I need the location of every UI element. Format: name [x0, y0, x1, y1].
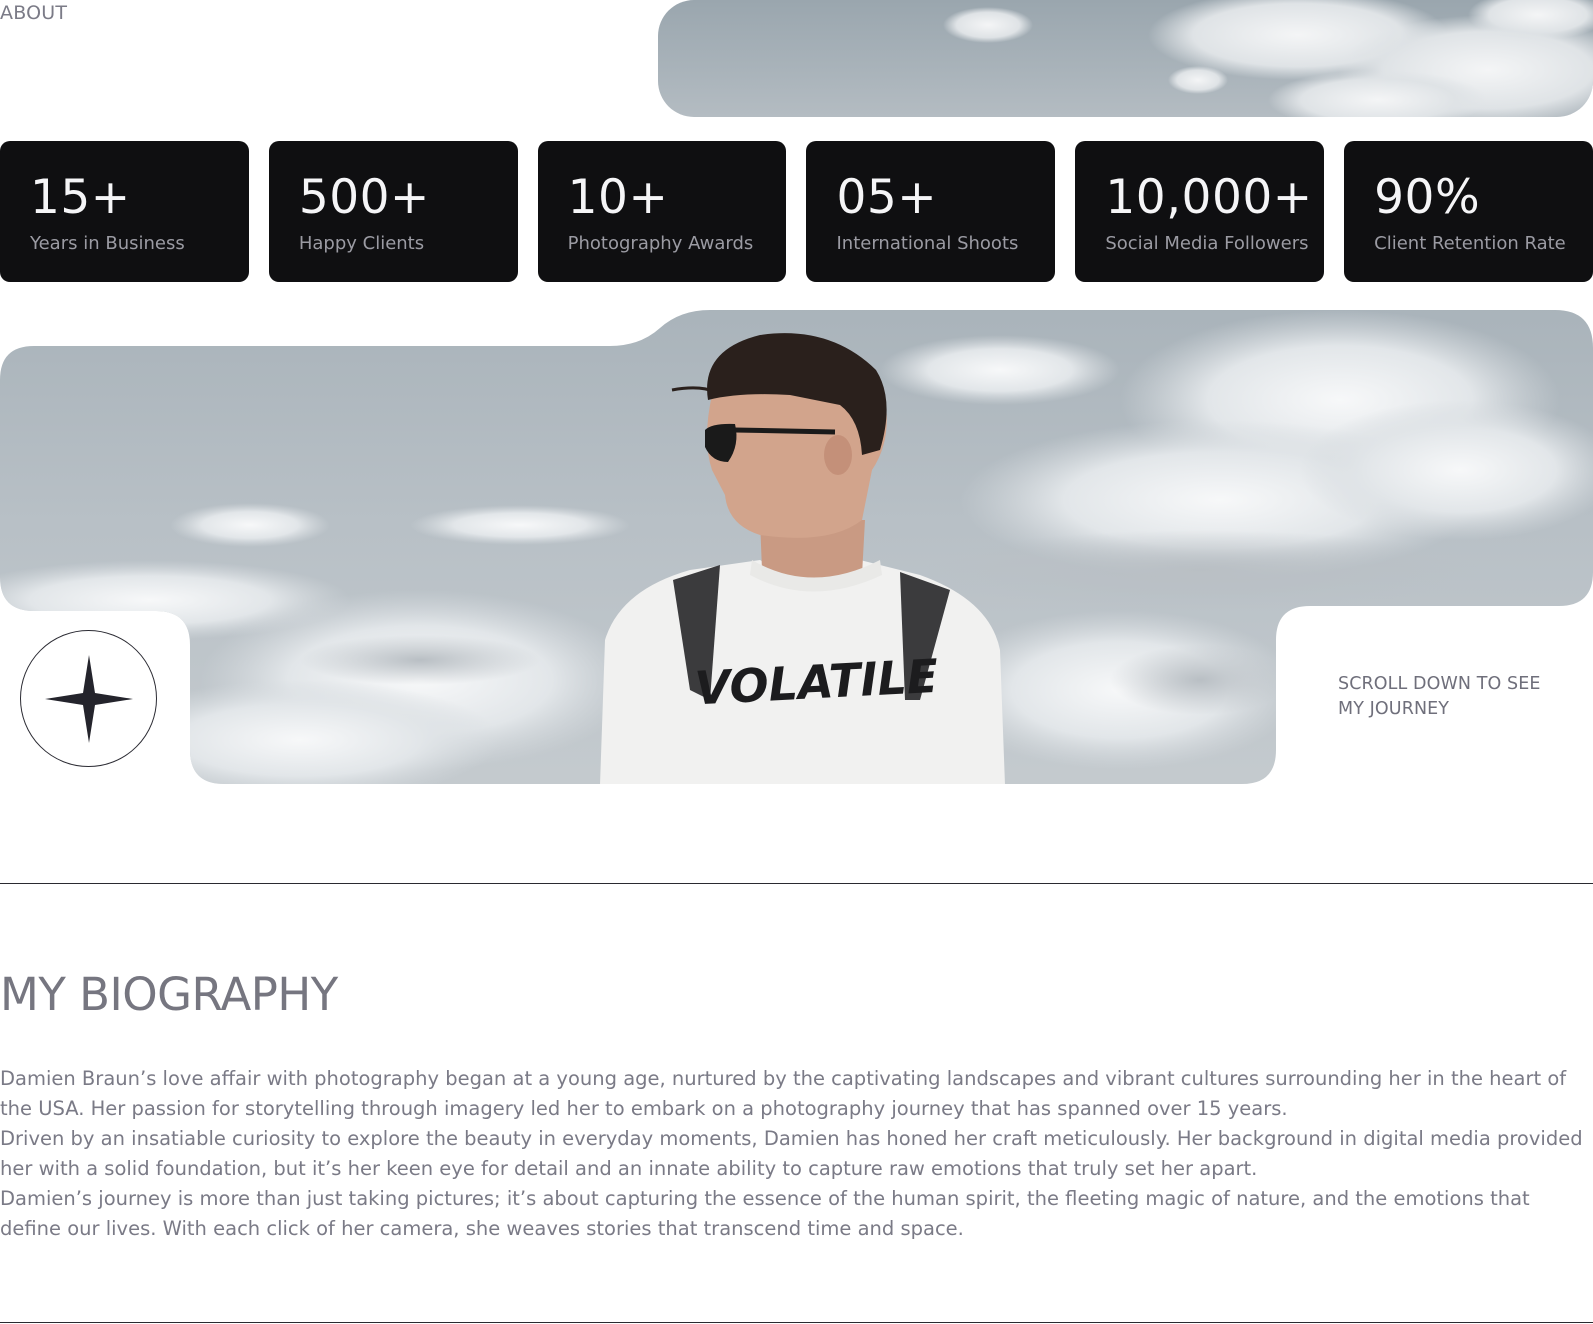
stat-card: 90% Client Retention Rate: [1344, 141, 1593, 282]
four-point-star-icon: [44, 654, 133, 743]
biography-title: MY BIOGRAPHY: [0, 968, 338, 1021]
star-badge: [20, 630, 157, 767]
about-section-label: ABOUT: [0, 2, 68, 24]
stat-card: 15+ Years in Business: [0, 141, 249, 282]
stat-card: 500+ Happy Clients: [268, 141, 518, 282]
stat-label: International Shoots: [836, 233, 1019, 254]
stat-label: Client Retention Rate: [1374, 233, 1566, 254]
biography-paragraph: Damien Braun’s love affair with photogra…: [0, 1067, 1567, 1120]
shirt-print-text: VOLATILE: [693, 649, 939, 716]
stat-value: 500+: [298, 170, 430, 225]
stats-row: 15+ Years in Business 500+ Happy Clients…: [0, 141, 1593, 282]
stat-label: Social Media Followers: [1105, 233, 1309, 254]
stat-value: 10,000+: [1105, 170, 1313, 225]
stat-label: Happy Clients: [298, 233, 425, 254]
stat-value: 15+: [30, 170, 131, 225]
scroll-hint-line2: MY JOURNEY: [1338, 699, 1450, 719]
section-divider: [0, 1322, 1593, 1323]
stat-value: 05+: [836, 170, 938, 225]
stat-card: 10,000+ Social Media Followers: [1075, 141, 1325, 282]
scroll-hint: SCROLL DOWN TO SEE MY JOURNEY: [1338, 672, 1568, 722]
biography-paragraph: Driven by an insatiable curiosity to exp…: [0, 1127, 1583, 1180]
stat-card: 05+ International Shoots: [806, 141, 1056, 282]
biography-text: Damien Braun’s love affair with photogra…: [0, 1064, 1593, 1244]
stat-card: 10+ Photography Awards: [537, 141, 787, 282]
stat-label: Years in Business: [30, 233, 185, 254]
header-sky-image: [658, 0, 1593, 117]
stat-label: Photography Awards: [567, 233, 754, 254]
stat-value: 10+: [567, 170, 669, 225]
biography-paragraph: Damien’s journey is more than just takin…: [0, 1187, 1530, 1240]
scroll-hint-line1: SCROLL DOWN TO SEE: [1338, 674, 1541, 694]
section-divider: [0, 883, 1593, 884]
stat-value: 90%: [1374, 170, 1481, 225]
